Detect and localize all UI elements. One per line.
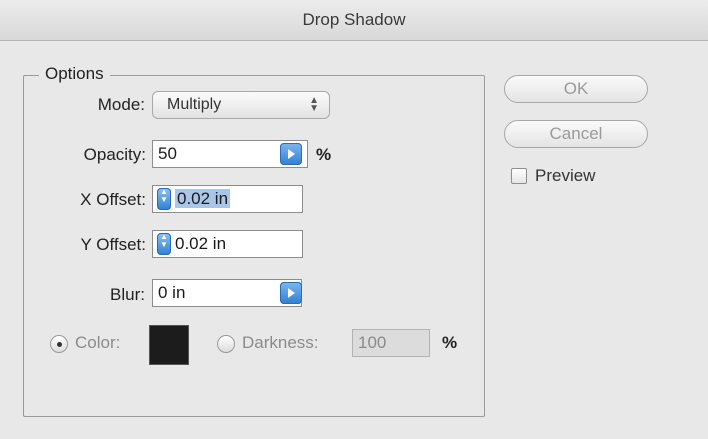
color-swatch[interactable] (149, 325, 189, 365)
chevron-updown-icon: ▲ ▼ (309, 95, 319, 114)
darkness-radio[interactable] (217, 335, 235, 353)
darkness-unit: % (442, 333, 458, 352)
opacity-unit: % (316, 145, 332, 164)
y-offset-value: 0.02 in (175, 234, 227, 253)
ok-button[interactable]: OK (504, 75, 648, 103)
preview-checkbox[interactable] (511, 168, 527, 184)
x-offset-input[interactable]: 0.02 in (152, 185, 303, 213)
opacity-popup-arrow-icon[interactable] (280, 143, 302, 165)
preview-label: Preview (535, 166, 596, 185)
opacity-label: Opacity: (83, 145, 146, 164)
cancel-button[interactable]: Cancel (504, 120, 648, 148)
blur-label: Blur: (110, 285, 145, 304)
darkness-input[interactable]: 100 (352, 329, 430, 357)
mode-popup[interactable]: Multiply ▲ ▼ (152, 91, 330, 119)
color-label: Color: (75, 333, 121, 352)
color-radio[interactable] (50, 335, 68, 353)
dialog-title: Drop Shadow (0, 0, 708, 41)
mode-value: Multiply (167, 96, 222, 113)
x-offset-value: 0.02 in (175, 189, 231, 208)
x-offset-stepper-icon[interactable]: ▲ ▼ (157, 188, 171, 210)
y-offset-input[interactable]: 0.02 in (152, 230, 303, 258)
mode-label: Mode: (97, 95, 145, 114)
y-offset-label: Y Offset: (80, 235, 146, 254)
blur-popup-arrow-icon[interactable] (280, 282, 302, 304)
darkness-label: Darkness: (242, 333, 319, 352)
y-offset-stepper-icon[interactable]: ▲ ▼ (157, 233, 171, 255)
options-legend: Options (39, 64, 110, 84)
x-offset-label: X Offset: (80, 190, 146, 209)
